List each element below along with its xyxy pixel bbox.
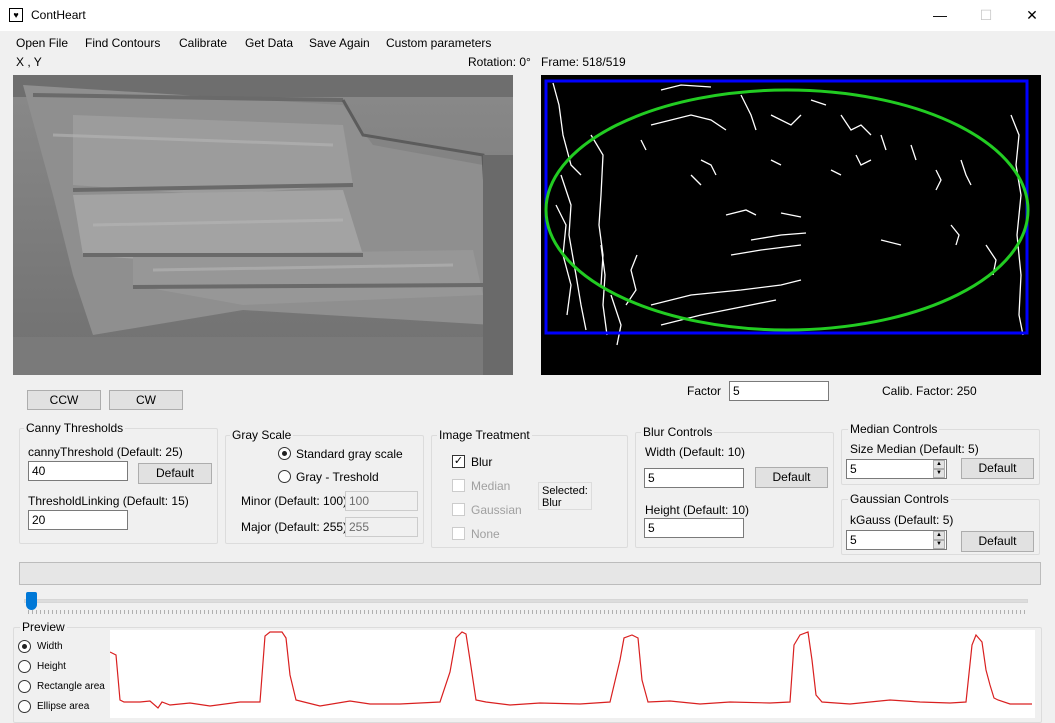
minor-input[interactable]: 100 (345, 491, 418, 511)
median-check-label: Median (471, 479, 511, 493)
gaussian-checkbox[interactable] (452, 503, 465, 516)
title-bar: ♥ ContHeart — ☐ ✕ (0, 0, 1055, 31)
spin-down-icon[interactable]: ▼ (933, 469, 945, 478)
menu-custom-parameters[interactable]: Custom parameters (386, 36, 491, 50)
blur-width-label: Width (Default: 10) (645, 445, 746, 459)
close-button[interactable]: ✕ (1009, 0, 1055, 31)
spin-up-icon[interactable]: ▲ (933, 531, 945, 540)
major-input[interactable]: 255 (345, 517, 418, 537)
canny-threshold-label: cannyThreshold (Default: 25) (28, 445, 183, 459)
window-title: ContHeart (31, 8, 86, 22)
gaussian-check-label: Gaussian (471, 503, 522, 517)
blur-controls-title: Blur Controls (641, 425, 715, 439)
kgauss-label: kGauss (Default: 5) (850, 513, 954, 527)
preview-option-height[interactable]: Height (18, 659, 106, 675)
menu-calibrate[interactable]: Calibrate (179, 36, 227, 50)
menu-open-file[interactable]: Open File (16, 36, 68, 50)
calib-factor-label: Calib. Factor: 250 (882, 384, 977, 398)
median-size-spinner[interactable]: ▲ ▼ (933, 460, 945, 478)
preview-option-label: Ellipse area (37, 701, 90, 712)
rotation-label: Rotation: 0° (468, 55, 531, 69)
preview-option-width[interactable]: Width (18, 639, 106, 655)
gaussian-default-button[interactable]: Default (961, 531, 1034, 552)
menu-get-data[interactable]: Get Data (245, 36, 293, 50)
preview-radio[interactable] (18, 640, 31, 653)
gray-treshold-label: Gray - Treshold (296, 470, 379, 484)
factor-input[interactable]: 5 (729, 381, 829, 401)
preview-title: Preview (20, 620, 67, 634)
blur-height-input[interactable]: 5 (644, 518, 744, 538)
menu-find-contours[interactable]: Find Contours (85, 36, 160, 50)
trackbar-ticks (28, 610, 1026, 614)
blur-checkbox[interactable]: ✓ (452, 455, 465, 468)
standard-gray-label: Standard gray scale (296, 447, 403, 461)
trackbar-track (24, 599, 1028, 603)
minimize-button[interactable]: — (917, 0, 963, 31)
none-checkbox[interactable] (452, 527, 465, 540)
preview-option-label: Width (37, 641, 63, 652)
gray-scale-title: Gray Scale (230, 428, 294, 442)
blur-height-label: Height (Default: 10) (645, 503, 750, 517)
preview-radio[interactable] (18, 700, 31, 713)
spin-up-icon[interactable]: ▲ (933, 460, 945, 469)
preview-option-label: Height (37, 661, 66, 672)
frame-label: Frame: 518/519 (541, 55, 626, 69)
maximize-button[interactable]: ☐ (963, 0, 1009, 31)
threshold-linking-label: ThresholdLinking (Default: 15) (28, 494, 189, 508)
canny-thresholds-title: Canny Thresholds (24, 421, 126, 435)
preview-option-rectangle-area[interactable]: Rectangle area (18, 679, 106, 695)
gray-treshold-radio[interactable] (278, 470, 291, 483)
frame-trackbar[interactable] (24, 592, 1030, 620)
canny-default-button[interactable]: Default (138, 463, 212, 484)
median-size-input[interactable]: 5 (846, 459, 947, 479)
image-treatment-title: Image Treatment (437, 428, 532, 442)
factor-label: Factor (687, 384, 722, 398)
preview-option-label: Rectangle area (37, 681, 105, 692)
trackbar-thumb[interactable] (26, 592, 37, 610)
spin-down-icon[interactable]: ▼ (933, 540, 945, 549)
blur-default-button[interactable]: Default (755, 467, 828, 488)
kgauss-spinner[interactable]: ▲ ▼ (933, 531, 945, 549)
minor-label: Minor (Default: 100) (241, 494, 348, 508)
standard-gray-radio[interactable] (278, 447, 291, 460)
median-controls-title: Median Controls (848, 422, 940, 436)
median-checkbox[interactable] (452, 479, 465, 492)
blur-width-input[interactable]: 5 (644, 468, 744, 488)
contour-image[interactable] (541, 75, 1041, 375)
threshold-linking-input[interactable]: 20 (28, 510, 128, 530)
median-size-label: Size Median (Default: 5) (850, 442, 979, 456)
preview-option-ellipse-area[interactable]: Ellipse area (18, 699, 106, 715)
progress-bar (19, 562, 1041, 585)
preview-options: Width Height Rectangle area Ellipse area (18, 639, 106, 719)
blur-check-label: Blur (471, 455, 493, 469)
median-default-button[interactable]: Default (961, 458, 1034, 479)
preview-plot (109, 630, 1035, 718)
source-image[interactable] (13, 75, 513, 375)
major-label: Major (Default: 255) (241, 520, 348, 534)
gaussian-controls-title: Gaussian Controls (848, 492, 951, 506)
none-check-label: None (471, 527, 500, 541)
kgauss-input[interactable]: 5 (846, 530, 947, 550)
menu-save-again[interactable]: Save Again (309, 36, 370, 50)
rotate-ccw-button[interactable]: CCW (27, 390, 101, 410)
canny-threshold-input[interactable]: 40 (28, 461, 128, 481)
preview-radio[interactable] (18, 660, 31, 673)
rotate-cw-button[interactable]: CW (109, 390, 183, 410)
app-heart-icon: ♥ (9, 8, 23, 22)
preview-radio[interactable] (18, 680, 31, 693)
selected-treatment-label: Selected: Blur (538, 482, 592, 510)
coords-label: X , Y (16, 55, 42, 69)
